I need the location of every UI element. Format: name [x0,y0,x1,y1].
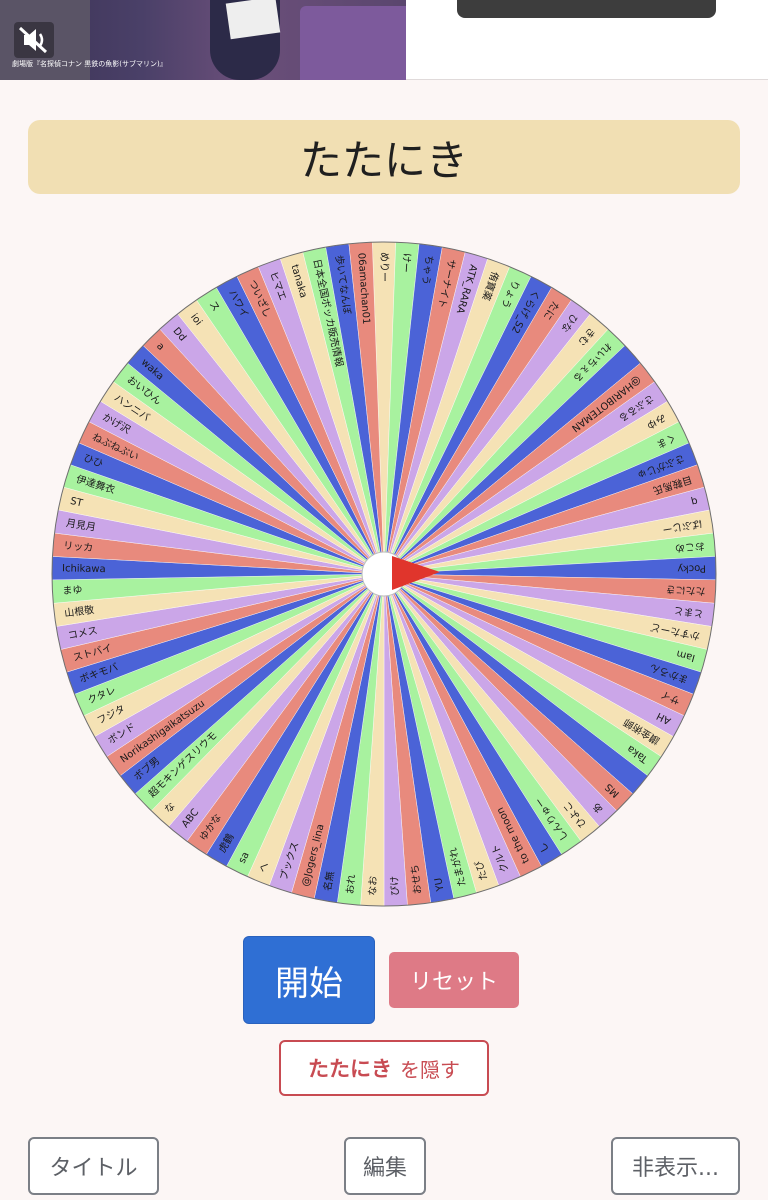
video-scene-chair [300,6,406,80]
wheel-entry-label: けー [399,252,412,273]
edit-button[interactable]: 編集 [344,1137,426,1195]
wheel-entry-label: Pocky [677,562,706,574]
roulette-wheel[interactable]: めりー けー ちゃう サーナイトATK_RARA 侑寶薬りょうくらげ_S2 たにひなきむれ… [50,240,718,908]
title-button[interactable]: タイトル [28,1137,159,1195]
wheel-entry-label: なお [367,876,380,896]
wheel-entry-label: おれ [344,874,358,895]
top-strip: 劇場版『名探偵コナン 黒鉄の魚影(サブマリン)』 [0,0,768,80]
current-title-bar: たたにき [28,120,740,194]
video-thumbnail[interactable]: 劇場版『名探偵コナン 黒鉄の魚影(サブマリン)』 [0,0,406,80]
mute-icon[interactable] [14,22,54,58]
video-scene-paper [225,0,281,40]
start-button[interactable]: 開始 [243,936,375,1024]
hidden-list-button[interactable]: 非表示... [611,1137,740,1195]
hide-entry-button[interactable]: たたにき を隠す [279,1040,489,1096]
reset-button[interactable]: リセット [389,952,519,1008]
hide-entry-suffix: を隠す [400,1057,460,1082]
top-dark-button[interactable] [457,0,716,18]
current-title: たたにき [299,135,468,185]
wheel-entry-label: ぴけ [389,876,402,896]
video-caption: 劇場版『名探偵コナン 黒鉄の魚影(サブマリン)』 [12,60,167,68]
wheel-entry-label: まゆ [62,584,83,597]
hide-entry-name: たたにき [308,1057,392,1081]
wheel-entry-label: めりー [378,252,390,282]
wheel-entry-label: たたにき [665,583,706,597]
wheel-entry-label: Ichikawa [62,563,106,575]
